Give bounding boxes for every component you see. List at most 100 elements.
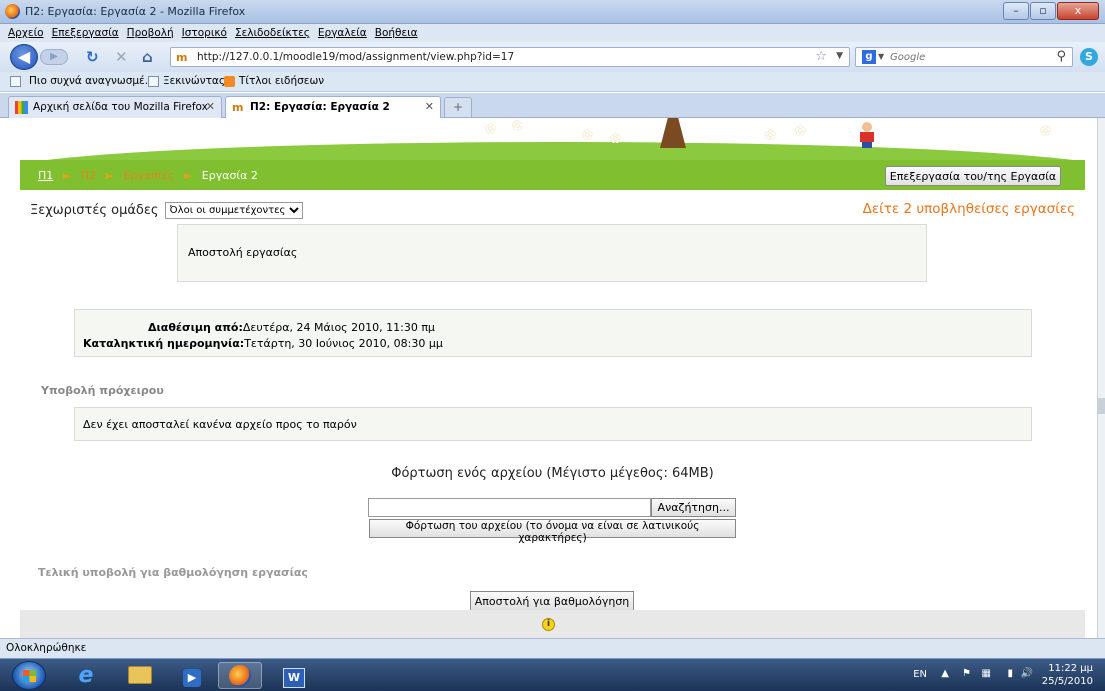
window-controls: – ▫ x (1003, 2, 1099, 20)
status-bar: Ολοκληρώθηκε (0, 638, 1105, 658)
navigation-toolbar: ◀ ▶ ↻ ✕ ⌂ m http://127.0.0.1/moodle19/mo… (0, 42, 1105, 72)
assignment-intro-box: Αποστολή εργασίας (177, 224, 927, 282)
info-icon[interactable]: i (542, 618, 555, 631)
search-icon[interactable]: ⚲ (1056, 49, 1066, 64)
clock-time: 11:22 μμ (1048, 663, 1093, 674)
search-bar[interactable]: g ▼ ⚲ (855, 47, 1073, 67)
groups-label: Ξεχωριστές ομάδες (30, 203, 159, 218)
bookmark-label: Πιο συχνά αναγνωσμέ... (29, 75, 155, 87)
breadcrumb-separator: ► (183, 169, 193, 182)
new-tab-button[interactable]: + (444, 97, 472, 117)
taskbar: e ▶ W EN ▲ ⚑ ▦ ▮ 🔊 11:22 μμ 25/5/2010 (0, 658, 1105, 691)
file-explorer-icon[interactable] (118, 662, 162, 689)
page-icon (148, 75, 159, 87)
breadcrumb-separator: ► (105, 169, 114, 182)
groups-select[interactable]: Όλοι οι συμμετέχοντες (164, 202, 303, 219)
url-text[interactable]: http://127.0.0.1/moodle19/mod/assignment… (197, 51, 514, 63)
minimize-button[interactable]: – (1003, 2, 1029, 20)
upload-file-button[interactable]: Φόρτωση του αρχείου (το όνομα να είναι σ… (369, 519, 736, 544)
vertical-scrollbar[interactable] (1097, 118, 1105, 638)
media-player-icon[interactable]: ▶ (170, 662, 214, 689)
firefox-icon (5, 4, 20, 19)
skype-icon[interactable]: S (1080, 48, 1098, 66)
scrollbar-thumb[interactable] (1098, 398, 1105, 414)
draft-submission-heading: Υποβολή πρόχειρου (41, 384, 164, 397)
bookmark-label: Τίτλοι ειδήσεων (239, 75, 325, 87)
tab-firefox-home[interactable]: Αρχική σελίδα του Mozilla Firefox ✕ (8, 96, 222, 118)
tab-label: Αρχική σελίδα του Mozilla Firefox (33, 101, 208, 113)
send-for-grading-button[interactable]: Αποστολή για βαθμολόγηση (470, 591, 634, 611)
banner-hill (20, 142, 1085, 160)
url-dropdown-icon[interactable]: ▼ (836, 51, 843, 61)
engine-dropdown-icon[interactable]: ▼ (878, 52, 884, 61)
signal-icon[interactable]: ▮ (1007, 668, 1013, 679)
groups-selector: Ξεχωριστές ομάδες Όλοι οι συμμετέχοντες (30, 202, 303, 219)
clock-date: 25/5/2010 (1041, 676, 1093, 687)
dates-box: Διαθέσιμη από:Δευτέρα, 24 Μάιος 2010, 11… (74, 309, 1032, 357)
menu-edit[interactable]: Επεξεργασία (52, 24, 119, 42)
close-tab-icon[interactable]: ✕ (206, 100, 215, 113)
internet-explorer-icon[interactable]: e (64, 662, 108, 689)
show-hidden-icons-icon[interactable]: ▲ (941, 668, 949, 679)
close-button[interactable]: x (1057, 2, 1099, 20)
view-submissions-link[interactable]: Δείτε 2 υποβληθείσες εργασίες (863, 201, 1075, 217)
bookmark-star-icon[interactable]: ☆ (815, 49, 827, 64)
assignment-intro-text: Αποστολή εργασίας (188, 246, 298, 259)
home-icon[interactable]: ⌂ (142, 48, 153, 66)
flag-icon[interactable]: ⚑ (962, 668, 971, 679)
menu-view[interactable]: Προβολή (127, 24, 174, 42)
window-titlebar: Π2: Εργασία: Εργασία 2 - Mozilla Firefox… (0, 0, 1105, 24)
menu-bookmarks[interactable]: Σελιδοδείκτες (235, 24, 310, 42)
due-date-row: Καταληκτική ημερομηνία:Τετάρτη, 30 Ιούνι… (83, 337, 443, 350)
volume-icon[interactable]: 🔊 (1021, 668, 1033, 679)
tab-assignment[interactable]: m Π2: Εργασία: Εργασία 2 ✕ (225, 96, 441, 119)
firefox-taskbar-icon[interactable] (218, 662, 262, 689)
tab-label: Π2: Εργασία: Εργασία 2 (250, 101, 390, 113)
no-files-message: Δεν έχει αποσταλεί κανένα αρχείο προς το… (83, 418, 357, 431)
google-engine-icon[interactable]: g (862, 50, 876, 64)
flower-icon: ✿ (1040, 124, 1051, 139)
menu-file[interactable]: Αρχείο (8, 24, 44, 42)
menu-bar: Αρχείο Επεξεργασία Προβολή Ιστορικό Σελιδοδε… (0, 24, 1105, 42)
breadcrumb-item-p1[interactable]: Π1 (38, 169, 53, 182)
search-input[interactable] (890, 50, 1040, 64)
browse-button[interactable]: Αναζήτηση... (651, 498, 736, 517)
bookmark-headlines[interactable]: Τίτλοι ειδήσεων (224, 75, 324, 87)
url-bar[interactable]: m http://127.0.0.1/moodle19/mod/assignme… (170, 47, 850, 67)
tab-strip: Αρχική σελίδα του Mozilla Firefox ✕ m Π2… (0, 93, 1105, 119)
menu-history[interactable]: Ιστορικό (182, 24, 227, 42)
bookmarks-toolbar: Πιο συχνά αναγνωσμέ... Ξεκινώντας Τίτλοι… (0, 72, 1105, 92)
google-icon (15, 101, 28, 114)
breadcrumb-item-assignments[interactable]: Εργασίες (124, 169, 175, 182)
language-indicator[interactable]: EN (913, 669, 927, 680)
status-text: Ολοκληρώθηκε (6, 642, 87, 654)
edit-assignment-button[interactable]: Επεξεργασία του/της Εργασία (885, 166, 1061, 186)
available-from-value: Δευτέρα, 24 Μάιος 2010, 11:30 πμ (242, 321, 435, 334)
flower-icon: ✿ (765, 128, 776, 143)
window-title: Π2: Εργασία: Εργασία 2 - Mozilla Firefox (25, 5, 246, 18)
header-banner: ✿ ✿ ✿ ✿ ✿ ✿ ✿ (20, 118, 1085, 160)
forward-button[interactable]: ▶ (40, 49, 68, 65)
back-button[interactable]: ◀ (10, 44, 38, 70)
due-date-label: Καταληκτική ημερομηνία: (83, 337, 245, 350)
most-visited-icon (10, 75, 21, 87)
bookmark-most-visited[interactable]: Πιο συχνά αναγνωσμέ... (10, 75, 155, 87)
maximize-button[interactable]: ▫ (1030, 2, 1056, 20)
menu-tools[interactable]: Εργαλεία (318, 24, 367, 42)
start-button[interactable] (12, 661, 46, 690)
child-illustration (860, 122, 874, 148)
breadcrumb-item-p2[interactable]: Π2 (81, 169, 96, 182)
network-icon[interactable]: ▦ (982, 668, 991, 679)
bookmark-getting-started[interactable]: Ξεκινώντας (148, 75, 225, 87)
breadcrumb-separator: ► (62, 169, 72, 182)
menu-help[interactable]: Βοήθεια (375, 24, 418, 42)
upload-heading: Φόρτωση ενός αρχείου (Μέγιστο μέγεθος: 6… (391, 466, 714, 481)
word-icon[interactable]: W (272, 662, 316, 689)
close-tab-icon[interactable]: ✕ (425, 100, 434, 113)
rss-icon (224, 75, 235, 87)
due-date-value: Τετάρτη, 30 Ιούνιος 2010, 08:30 μμ (244, 337, 443, 350)
stop-icon[interactable]: ✕ (115, 48, 128, 66)
file-path-field[interactable] (368, 498, 651, 517)
clock[interactable]: 11:22 μμ 25/5/2010 (1042, 662, 1093, 688)
reload-icon[interactable]: ↻ (86, 48, 99, 66)
